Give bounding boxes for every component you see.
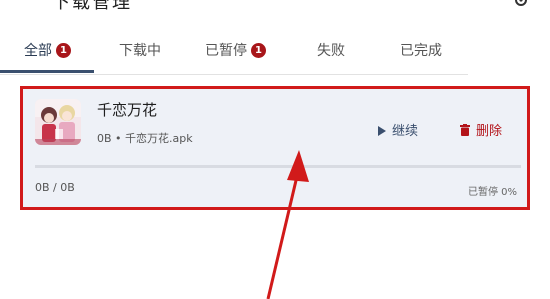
tab-completed-label: 已完成 <box>400 43 442 59</box>
tab-downloading[interactable]: 下载中 <box>119 40 161 74</box>
app-meta: 0B • 千恋万花.apk <box>97 132 193 145</box>
download-item-card[interactable]: 千恋万花 0B • 千恋万花.apk 继续 删除 0B / 0B 已暂停 0% <box>20 86 530 210</box>
tab-paused-badge: 1 <box>251 43 266 58</box>
top-header: 下载管理 <box>0 0 550 13</box>
tab-paused-label: 已暂停 <box>205 43 247 59</box>
settings-icon[interactable] <box>514 0 528 6</box>
download-manager-page: 下载管理 全部 1 下载中 已暂停 1 失败 已完成 千恋万花 0B • 千恋万… <box>0 0 550 299</box>
tab-failed-label: 失败 <box>317 43 345 59</box>
tab-failed[interactable]: 失败 <box>317 40 345 74</box>
page-title: 下载管理 <box>52 0 132 13</box>
delete-button[interactable]: 删除 <box>460 120 502 139</box>
tab-all-badge: 1 <box>56 43 71 58</box>
delete-label: 删除 <box>476 124 503 139</box>
play-icon <box>378 126 386 136</box>
download-progress-bar <box>35 165 521 168</box>
app-name: 千恋万花 <box>97 101 158 119</box>
tab-downloading-label: 下载中 <box>119 43 161 59</box>
download-status: 已暂停 0% <box>467 187 517 198</box>
download-size: 0B / 0B <box>35 181 75 194</box>
continue-button[interactable]: 继续 <box>378 120 418 139</box>
tab-all[interactable]: 全部 1 <box>24 40 71 74</box>
tab-paused[interactable]: 已暂停 1 <box>205 40 266 74</box>
app-thumbnail <box>35 99 81 145</box>
active-tab-indicator <box>0 70 94 73</box>
trash-icon <box>460 124 470 136</box>
continue-label: 继续 <box>392 124 419 139</box>
tab-all-label: 全部 <box>24 43 52 59</box>
status-tabs: 全部 1 下载中 已暂停 1 失败 已完成 <box>0 40 468 75</box>
tab-completed[interactable]: 已完成 <box>400 40 442 74</box>
